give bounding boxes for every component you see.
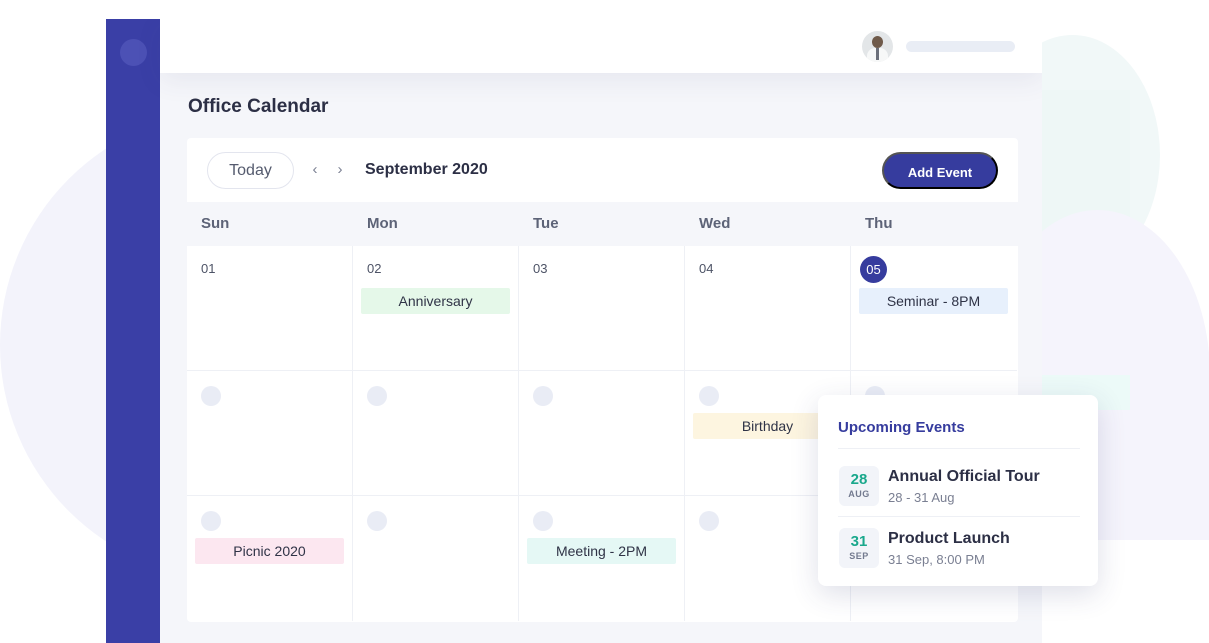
current-month: September 2020 [365,161,488,178]
event-anniversary[interactable]: Anniversary [361,288,510,314]
day-cell[interactable] [353,371,519,496]
day-cell[interactable] [353,496,519,621]
day-cell[interactable]: 05 Seminar - 8PM [851,246,1017,371]
user-avatar[interactable] [862,31,893,62]
day-placeholder [201,386,221,406]
day-placeholder [367,511,387,531]
day-cell[interactable]: 02 Anniversary [353,246,519,371]
chevron-right-icon[interactable]: › [333,160,347,180]
day-number: 01 [201,261,216,276]
event-name[interactable]: Annual Official Tour [888,468,1040,486]
calendar-toolbar: Today ‹ › September 2020 Add Event [187,138,1018,202]
day-cell[interactable] [519,371,685,496]
day-cell[interactable]: 03 [519,246,685,371]
app-logo-icon[interactable] [120,39,147,66]
event-date-badge: 31 SEP [839,528,879,568]
divider [838,448,1080,449]
event-seminar[interactable]: Seminar - 8PM [859,288,1008,314]
divider [838,516,1080,517]
day-placeholder [699,511,719,531]
upcoming-events-title: Upcoming Events [838,419,965,436]
top-bar [160,19,1042,73]
event-day: 28 [850,471,868,488]
sidebar [106,19,160,643]
event-month: AUG [848,489,870,499]
weekday-tue: Tue [533,215,559,232]
weekday-header: Sun Mon Tue Wed Thu [187,202,1018,246]
event-date-badge: 28 AUG [839,466,879,506]
avatar-head [872,36,883,48]
day-cell[interactable]: 01 [187,246,353,371]
event-detail: 31 Sep, 8:00 PM [888,552,985,567]
event-day: 31 [850,533,868,550]
day-placeholder [201,511,221,531]
weekday-sun: Sun [201,215,230,232]
day-placeholder [367,386,387,406]
day-number: 02 [367,261,382,276]
event-detail: 28 - 31 Aug [888,490,955,505]
stage: Office Calendar Today ‹ › September 2020… [0,0,1209,643]
event-month: SEP [849,551,869,561]
day-cell[interactable]: Picnic 2020 [187,496,353,621]
weekday-mon: Mon [367,215,398,232]
add-event-button[interactable]: Add Event [882,152,998,189]
chevron-left-icon[interactable]: ‹ [308,160,322,180]
day-number: 03 [533,261,548,276]
page-title: Office Calendar [188,96,329,117]
day-cell[interactable] [187,371,353,496]
today-button[interactable]: Today [207,152,294,189]
avatar-tie [876,48,879,60]
weekday-wed: Wed [699,215,731,232]
event-picnic[interactable]: Picnic 2020 [195,538,344,564]
event-meeting[interactable]: Meeting - 2PM [527,538,676,564]
event-name[interactable]: Product Launch [888,530,1010,548]
day-placeholder [533,386,553,406]
day-number: 04 [699,261,714,276]
weekday-thu: Thu [865,215,893,232]
user-name-placeholder [906,41,1015,52]
day-placeholder [533,511,553,531]
today-day-number: 05 [860,256,887,283]
day-cell[interactable]: Meeting - 2PM [519,496,685,621]
day-placeholder [699,386,719,406]
day-cell[interactable]: 04 [685,246,851,371]
upcoming-events-card: Upcoming Events 28 AUG Annual Official T… [818,395,1098,586]
